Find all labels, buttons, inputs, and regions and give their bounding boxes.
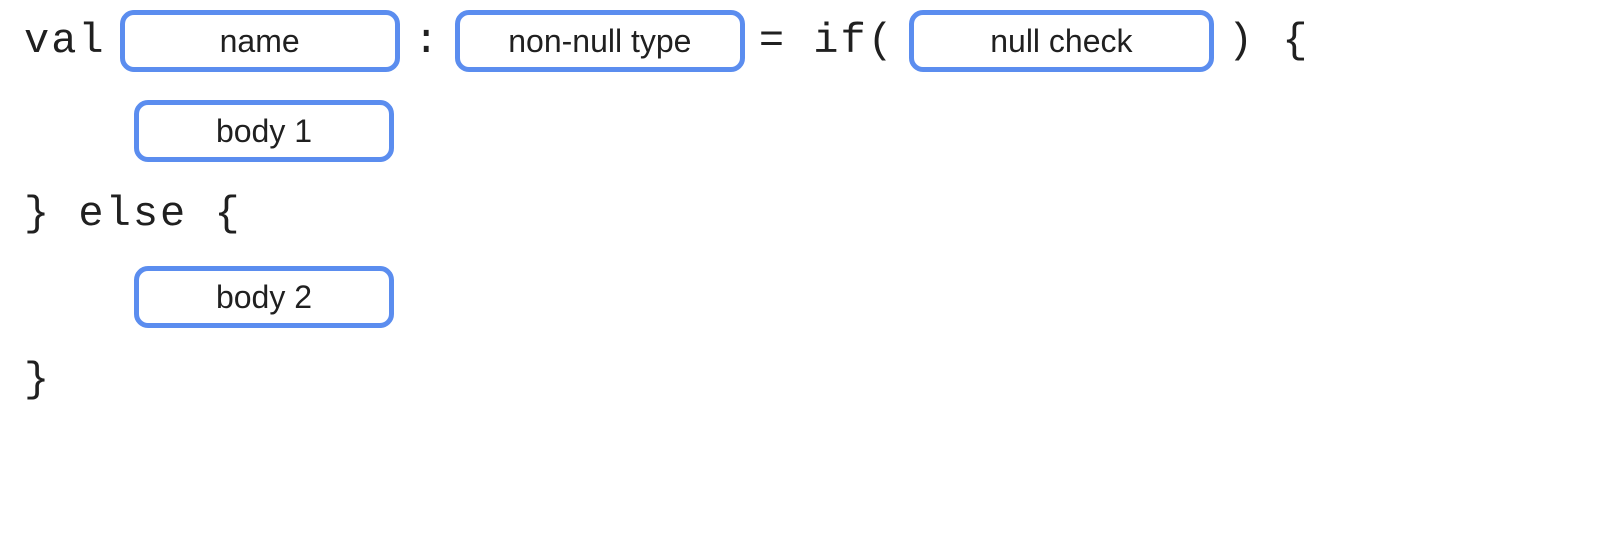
kotlin-null-check-diagram: val name : non-null type = if( null chec… xyxy=(24,10,1576,404)
token-else: } else { xyxy=(24,190,242,238)
slot-name: name xyxy=(120,10,400,72)
slot-body-1: body 1 xyxy=(134,100,394,162)
token-paren-close-brace: ) { xyxy=(1228,17,1310,65)
line-5: } xyxy=(24,356,1576,404)
token-equals-if: = if( xyxy=(759,17,895,65)
line-1: val name : non-null type = if( null chec… xyxy=(24,10,1576,72)
keyword-val: val xyxy=(24,17,106,65)
slot-null-check: null check xyxy=(909,10,1214,72)
token-close-brace: } xyxy=(24,356,51,404)
slot-non-null-type: non-null type xyxy=(455,10,745,72)
line-2: body 1 xyxy=(24,100,1576,162)
token-colon: : xyxy=(414,17,441,65)
line-3: } else { xyxy=(24,190,1576,238)
slot-body-2: body 2 xyxy=(134,266,394,328)
line-4: body 2 xyxy=(24,266,1576,328)
